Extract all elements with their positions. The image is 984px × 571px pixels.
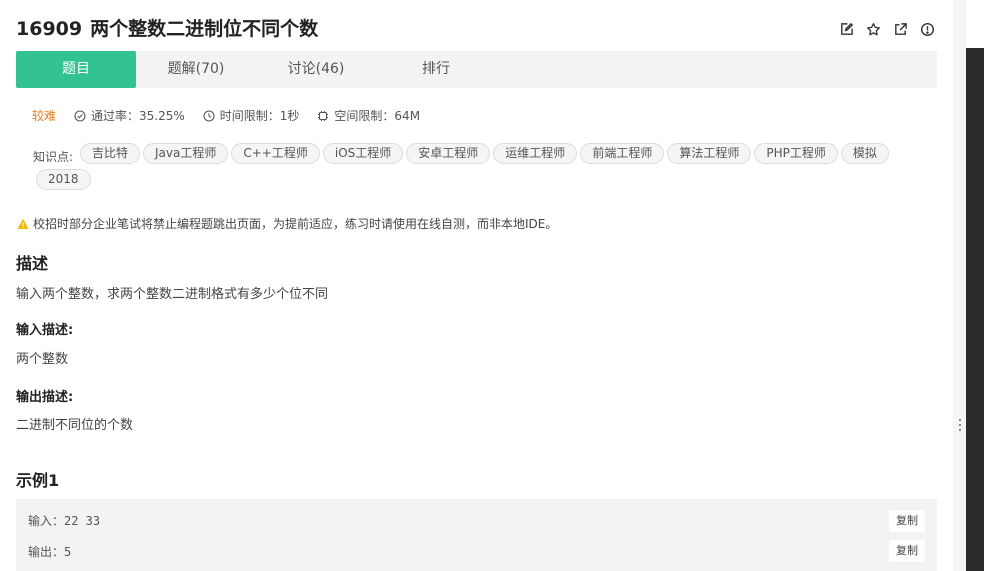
output-heading: 输出描述:	[16, 390, 74, 405]
clock-icon	[203, 109, 215, 122]
tab-solutions[interactable]: 题解(70)	[136, 51, 256, 88]
problem-meta: 较难 通过率：35.25% 时间限制：1秒 空间限制：64M	[32, 107, 438, 124]
title-toolbar	[839, 22, 935, 37]
notice-text: 校招时部分企业笔试将禁止编程题跳出页面，为提前适应，练习时请使用在线自测，而非本…	[33, 217, 558, 231]
problem-tabs: 题目 题解(70) 讨论(46) 排行	[16, 51, 937, 88]
star-icon[interactable]	[866, 22, 881, 37]
space-limit-text: 空间限制：64M	[334, 109, 421, 123]
knowledge-tags: 吉比特 Java工程师 C++工程师 iOS工程师 安卓工程师 运维工程师 前端工程师 算法工…	[36, 143, 911, 195]
example-heading: 示例1	[16, 471, 60, 490]
tag-item[interactable]: iOS工程师	[322, 143, 404, 164]
ide-notice: 校招时部分企业笔试将禁止编程题跳出页面，为提前适应，练习时请使用在线自测，而非本…	[17, 215, 557, 232]
example-output: 输出：5	[28, 545, 72, 559]
tag-item[interactable]: 吉比特	[80, 143, 141, 164]
check-circle-icon	[74, 109, 86, 122]
time-limit: 时间限制：1秒	[203, 107, 300, 124]
pass-rate-text: 通过率：35.25%	[91, 109, 185, 123]
copy-input-button[interactable]: 复制	[889, 510, 925, 532]
tag-item[interactable]: PHP工程师	[754, 143, 838, 164]
description-text: 输入两个整数，求两个整数二进制格式有多少个位不同	[16, 287, 329, 302]
output-text: 二进制不同位的个数	[16, 418, 134, 433]
pass-rate: 通过率：35.25%	[74, 107, 185, 124]
tag-item[interactable]: 安卓工程师	[406, 143, 491, 164]
tab-ranking[interactable]: 排行	[376, 51, 496, 88]
copy-output-button[interactable]: 复制	[889, 540, 925, 562]
tag-item[interactable]: 前端工程师	[580, 143, 665, 164]
example-box: 输入：22 33 复制 输出：5 复制	[16, 499, 937, 571]
report-icon[interactable]	[920, 22, 935, 37]
warning-icon	[17, 218, 29, 229]
tab-discussion[interactable]: 讨论(46)	[256, 51, 376, 88]
external-link-icon[interactable]	[893, 22, 908, 37]
problem-panel: 16909 两个整数二进制位不同个数 题目 题解(70) 讨论(46) 排行 较难…	[0, 0, 953, 571]
difficulty-badge: 较难	[32, 109, 57, 123]
tag-item[interactable]: 模拟	[840, 143, 889, 164]
space-limit: 空间限制：64M	[317, 107, 420, 124]
tag-item[interactable]: Java工程师	[143, 143, 229, 164]
tag-item[interactable]: 算法工程师	[667, 143, 752, 164]
tag-item[interactable]: 2018	[36, 169, 91, 190]
problem-title: 16909 两个整数二进制位不同个数	[16, 14, 318, 41]
example-input: 输入：22 33	[28, 514, 101, 528]
code-editor-panel	[966, 48, 984, 571]
input-heading: 输入描述:	[16, 323, 74, 338]
time-limit-text: 时间限制：1秒	[219, 109, 300, 123]
tag-item[interactable]: 运维工程师	[493, 143, 578, 164]
problem-id: 16909	[16, 18, 83, 40]
edit-icon[interactable]	[839, 22, 854, 37]
tab-problem[interactable]: 题目	[16, 51, 136, 88]
problem-name: 两个整数二进制位不同个数	[90, 18, 319, 40]
chip-icon	[318, 110, 329, 121]
description-heading: 描述	[16, 254, 49, 273]
tag-item[interactable]: C++工程师	[231, 143, 320, 164]
panel-resize-handle[interactable]	[957, 419, 963, 435]
right-panel-header	[966, 0, 984, 48]
input-text: 两个整数	[16, 352, 69, 367]
